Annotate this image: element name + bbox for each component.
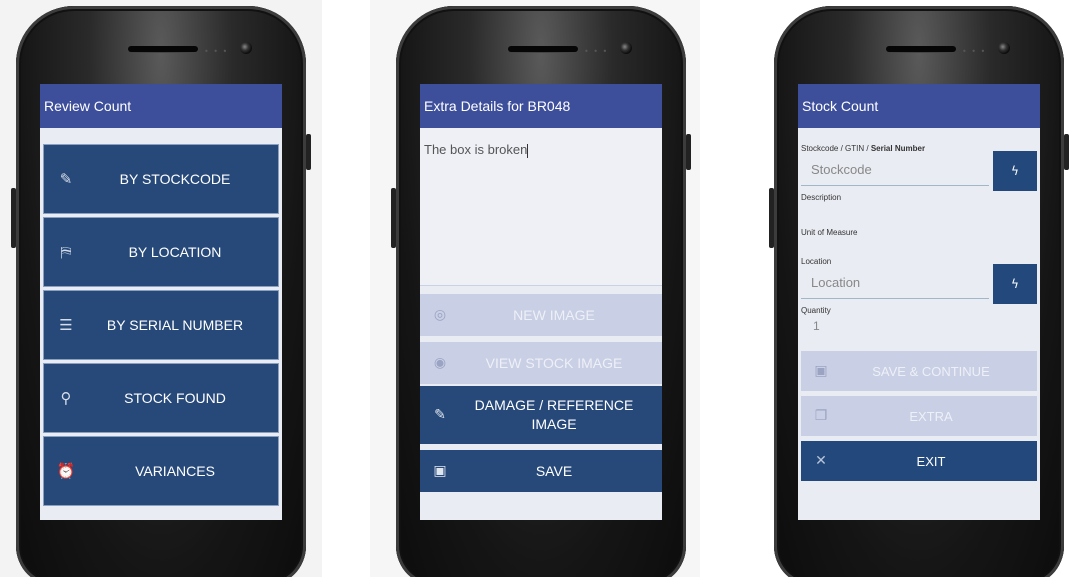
phone-side-button (306, 134, 311, 170)
speaker-grille (128, 46, 198, 52)
button-label: SAVE (535, 463, 573, 479)
variances-button[interactable]: ⏰ VARIANCES (43, 436, 279, 506)
screen-title: Review Count (44, 98, 132, 114)
save-button[interactable]: ▣ SAVE (420, 450, 662, 492)
button-label: BY STOCKCODE (119, 171, 231, 187)
screen-extra-details: Extra Details for BR048 The box is broke… (420, 84, 662, 520)
scan-location-button[interactable]: ϟ (993, 264, 1037, 304)
speaker-grille (886, 46, 956, 52)
phone-extra-details: • • • Extra Details for BR048 The box is… (391, 6, 691, 577)
quantity-label: Quantity (801, 306, 831, 315)
button-label: EXIT (916, 453, 946, 469)
close-icon: ✕ (815, 453, 827, 469)
screen-review-count: Review Count ✎ BY STOCKCODE ⛿ BY LOCATIO… (40, 84, 282, 520)
unit-of-measure-label: Unit of Measure (801, 228, 858, 237)
lightning-icon: ϟ (1011, 164, 1019, 178)
phone-side-button (391, 188, 396, 248)
phone-review-count: • • • Review Count ✎ BY STOCKCODE ⛿ BY L… (11, 6, 311, 577)
screen-title: Stock Count (802, 98, 879, 114)
notes-textarea[interactable]: The box is broken (420, 128, 662, 286)
location-row: Location ϟ (801, 264, 1037, 304)
alarm-icon: ⏰ (56, 462, 76, 480)
pencil-icon: ✎ (59, 170, 73, 188)
location-input[interactable]: Location (801, 269, 989, 299)
text-cursor (527, 143, 529, 158)
stock-found-button[interactable]: ⚲ STOCK FOUND (43, 363, 279, 433)
stock-count-form: Stockcode / GTIN / Serial Number Stockco… (798, 128, 1040, 481)
list-icon: ☰ (59, 316, 73, 334)
front-camera (240, 42, 252, 54)
unit-of-measure-value (801, 237, 1037, 253)
screen-stock-count: Stock Count Stockcode / GTIN / Serial Nu… (798, 84, 1040, 520)
button-label: BY SERIAL NUMBER (106, 317, 244, 333)
phone-stock-count: • • • Stock Count Stockcode / GTIN / Ser… (769, 6, 1069, 577)
stockcode-row: Stockcode ϟ (801, 151, 1037, 191)
front-camera (620, 42, 632, 54)
scan-stockcode-button[interactable]: ϟ (993, 151, 1037, 191)
sensor-dots: • • • (584, 47, 609, 56)
pencil-icon: ✎ (434, 407, 446, 423)
app-bar: Extra Details for BR048 (420, 84, 662, 128)
button-label: NEW IMAGE (513, 307, 595, 323)
phone-side-button (686, 134, 691, 170)
sensor-dots: • • • (962, 47, 987, 56)
eye-icon: ◉ (433, 355, 447, 371)
phone-side-button (11, 188, 16, 248)
description-value (801, 202, 1037, 224)
button-label-line1: DAMAGE / REFERENCE (474, 397, 634, 413)
clipboard-icon: ❐ (814, 408, 828, 424)
button-label: STOCK FOUND (124, 390, 226, 406)
review-menu: ✎ BY STOCKCODE ⛿ BY LOCATION ☰ BY SERIAL… (40, 128, 282, 506)
button-label: VIEW STOCK IMAGE (485, 355, 623, 371)
view-stock-image-button[interactable]: ◉ VIEW STOCK IMAGE (420, 342, 662, 384)
quantity-input[interactable]: 1 (801, 315, 1037, 337)
exit-button[interactable]: ✕ EXIT (801, 441, 1037, 481)
screen-title: Extra Details for BR048 (424, 98, 571, 114)
damage-reference-image-button[interactable]: ✎ DAMAGE / REFERENCE IMAGE (420, 386, 662, 444)
button-label: VARIANCES (135, 463, 215, 479)
save-continue-button[interactable]: ▣ SAVE & CONTINUE (801, 351, 1037, 391)
front-camera (998, 42, 1010, 54)
app-bar: Stock Count (798, 84, 1040, 128)
floppy-icon: ▣ (433, 463, 447, 479)
stockcode-input[interactable]: Stockcode (801, 156, 989, 186)
phone-side-button (1064, 134, 1069, 170)
button-label-line2: IMAGE (531, 416, 577, 432)
description-label: Description (801, 193, 842, 202)
lightning-icon: ϟ (1011, 277, 1019, 291)
by-serial-number-button[interactable]: ☰ BY SERIAL NUMBER (43, 290, 279, 360)
app-bar: Review Count (40, 84, 282, 128)
extra-button[interactable]: ❐ EXTRA (801, 396, 1037, 436)
search-icon: ⚲ (60, 389, 72, 407)
sensor-dots: • • • (204, 47, 229, 56)
map-icon: ⛿ (60, 243, 72, 261)
phone-side-button (769, 188, 774, 248)
button-label: SAVE & CONTINUE (872, 363, 990, 379)
floppy-icon: ▣ (814, 363, 828, 379)
new-image-button[interactable]: ◎ NEW IMAGE (420, 294, 662, 336)
by-location-button[interactable]: ⛿ BY LOCATION (43, 217, 279, 287)
by-stockcode-button[interactable]: ✎ BY STOCKCODE (43, 144, 279, 214)
button-label: BY LOCATION (128, 244, 222, 260)
speaker-grille (508, 46, 578, 52)
button-label: EXTRA (909, 408, 953, 424)
button-label: DAMAGE / REFERENCE IMAGE (460, 396, 662, 434)
camera-icon: ◎ (433, 307, 447, 323)
notes-text: The box is broken (424, 142, 528, 157)
